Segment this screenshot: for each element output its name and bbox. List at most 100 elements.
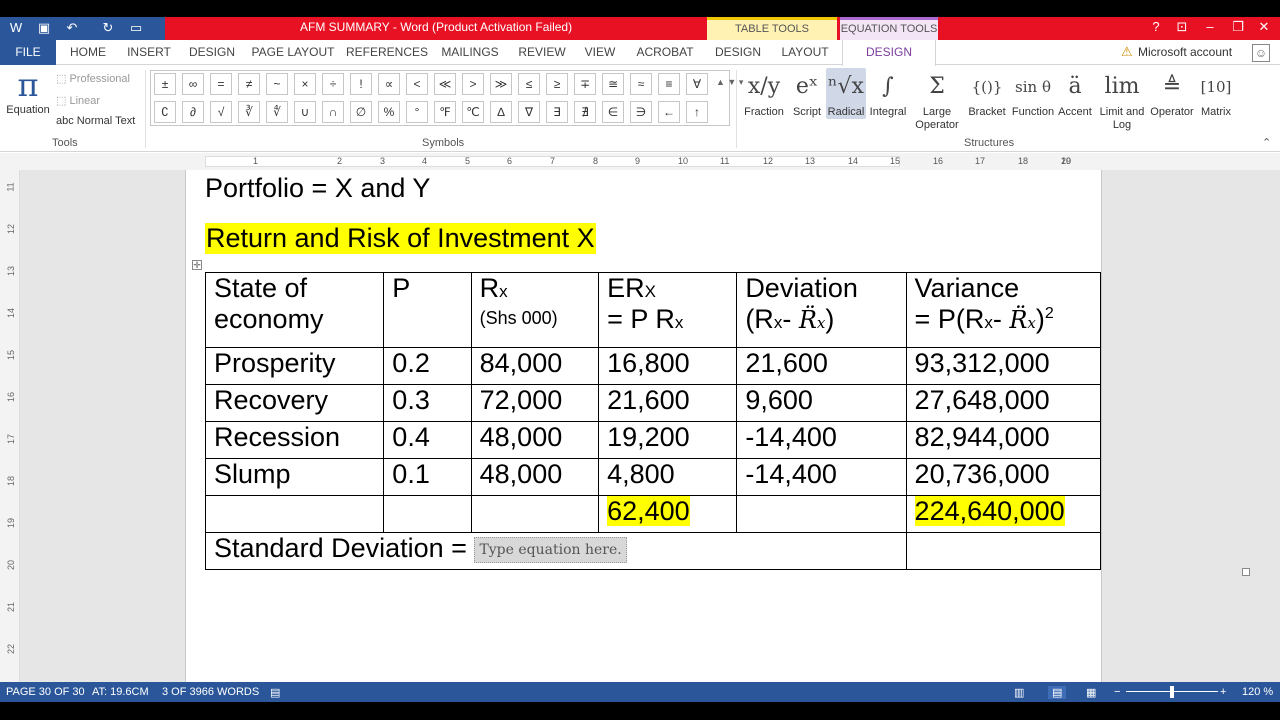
symbol-button[interactable]: ≤: [518, 73, 540, 95]
status-words[interactable]: 3 OF 3966 WORDS: [162, 686, 259, 698]
tab-acrobat[interactable]: ACROBAT: [632, 40, 698, 65]
symbol-button[interactable]: ℉: [434, 101, 456, 123]
normal-text-option[interactable]: abc Normal Text: [56, 115, 135, 127]
vertical-ruler[interactable]: 11 12 13 14 15 16 17 18 19 20 21 22: [0, 170, 20, 682]
cell-rx[interactable]: 48,000: [470, 458, 600, 496]
symbol-button[interactable]: ±: [154, 73, 176, 95]
tab-mailings[interactable]: MAILINGS: [438, 40, 502, 65]
cell-state[interactable]: Slump: [204, 458, 385, 496]
header-rx[interactable]: Rx (Shs 000): [470, 272, 600, 348]
cell-sd[interactable]: Standard Deviation = Type equation here.: [205, 532, 907, 570]
cell-p[interactable]: 0.1: [383, 458, 472, 496]
symbol-button[interactable]: ←: [658, 101, 680, 123]
zoom-level[interactable]: 120 %: [1242, 686, 1273, 698]
structure-integral[interactable]: ∫ Integral: [866, 68, 910, 119]
symbol-button[interactable]: ≪: [434, 73, 456, 95]
structure-operator[interactable]: ≜ Operator: [1150, 68, 1194, 119]
symbol-button[interactable]: ∓: [574, 73, 596, 95]
symbol-button[interactable]: >: [462, 73, 484, 95]
cell-total-er[interactable]: 62,400: [598, 495, 738, 533]
cell-empty[interactable]: [383, 495, 472, 533]
cell-er[interactable]: 16,800: [598, 347, 738, 385]
cell-dev[interactable]: -14,400: [736, 421, 907, 459]
cell-state[interactable]: Prosperity: [204, 347, 385, 385]
account-label[interactable]: Microsoft account: [1138, 45, 1232, 59]
structure-radical[interactable]: ⁿ√x Radical: [826, 68, 866, 119]
zoom-out-icon[interactable]: −: [1114, 686, 1120, 698]
cell-er[interactable]: 4,800: [598, 458, 738, 496]
professional-option[interactable]: ⬚ Professional: [56, 72, 130, 85]
cell-empty[interactable]: [736, 495, 907, 533]
page[interactable]: Portfolio = X and Y Return and Risk of I…: [185, 170, 1102, 682]
structure-fraction[interactable]: x/y Fraction: [742, 68, 786, 119]
symbol-button[interactable]: ∀: [686, 73, 708, 95]
cell-er[interactable]: 19,200: [598, 421, 738, 459]
symbol-button[interactable]: ≡: [658, 73, 680, 95]
tab-page-layout[interactable]: PAGE LAYOUT: [250, 40, 336, 65]
symbol-button[interactable]: ∜: [266, 101, 288, 123]
tab-view[interactable]: VIEW: [578, 40, 622, 65]
symbol-button[interactable]: ∪: [294, 101, 316, 123]
tab-home[interactable]: HOME: [62, 40, 114, 65]
tab-table-design[interactable]: DESIGN: [710, 40, 766, 65]
status-page[interactable]: PAGE 30 OF 30: [6, 686, 85, 698]
cell-p[interactable]: 0.2: [383, 347, 472, 385]
horizontal-ruler[interactable]: 1 2 3 4 5 6 7 8 9 10 11 12 13 14 15 16 17 18 19 20: [0, 153, 1280, 170]
tab-file[interactable]: FILE: [0, 40, 56, 65]
open-folder-icon[interactable]: ▭: [126, 19, 146, 37]
cell-rx[interactable]: 84,000: [470, 347, 600, 385]
redo-icon[interactable]: ↻: [98, 19, 118, 37]
symbol-button[interactable]: ∆: [490, 101, 512, 123]
symbol-button[interactable]: ∅: [350, 101, 372, 123]
proofing-icon[interactable]: ▤: [270, 686, 280, 699]
symbol-button[interactable]: ∞: [182, 73, 204, 95]
header-deviation[interactable]: Deviation (Rx- R̈x): [736, 272, 907, 348]
cell-empty[interactable]: [204, 495, 385, 533]
tab-review[interactable]: REVIEW: [514, 40, 570, 65]
help-icon[interactable]: ?: [1144, 19, 1168, 34]
zoom-in-icon[interactable]: +: [1220, 686, 1226, 698]
gallery-scroll-icon[interactable]: ▲ ▼ ▾: [716, 74, 743, 90]
cell-er[interactable]: 21,600: [598, 384, 738, 422]
close-icon[interactable]: ✕: [1252, 19, 1276, 35]
symbol-button[interactable]: ~: [266, 73, 288, 95]
save-icon[interactable]: ▣: [34, 19, 54, 37]
web-layout-icon[interactable]: ▦: [1086, 686, 1096, 699]
collapse-ribbon-icon[interactable]: ⌃: [1262, 136, 1271, 149]
cell-state[interactable]: Recession: [204, 421, 385, 459]
cell-var[interactable]: 27,648,000: [905, 384, 1102, 422]
zoom-slider-thumb[interactable]: [1170, 686, 1174, 698]
restore-icon[interactable]: ❐: [1226, 19, 1250, 35]
cell-rx[interactable]: 48,000: [470, 421, 600, 459]
structure-bracket[interactable]: {()} Bracket: [964, 68, 1010, 119]
cell-dev[interactable]: -14,400: [736, 458, 907, 496]
cell-state[interactable]: Recovery: [204, 384, 385, 422]
structure-accent[interactable]: ä Accent: [1056, 68, 1094, 119]
avatar-icon[interactable]: ☺: [1252, 44, 1270, 62]
equation-placeholder[interactable]: Type equation here.: [474, 536, 627, 563]
equation-button[interactable]: π Equation: [4, 68, 52, 116]
symbol-button[interactable]: ∂: [182, 101, 204, 123]
tab-table-layout[interactable]: LAYOUT: [776, 40, 834, 65]
symbol-button[interactable]: ∈: [602, 101, 624, 123]
symbol-button[interactable]: ÷: [322, 73, 344, 95]
symbol-button[interactable]: √: [210, 101, 232, 123]
cell-p[interactable]: 0.3: [383, 384, 472, 422]
symbol-button[interactable]: ≥: [546, 73, 568, 95]
symbol-button[interactable]: ≠: [238, 73, 260, 95]
symbol-button[interactable]: ≅: [602, 73, 624, 95]
structure-script[interactable]: eˣ Script: [789, 68, 825, 119]
portfolio-line[interactable]: Portfolio = X and Y: [205, 173, 430, 204]
cell-p[interactable]: 0.4: [383, 421, 472, 459]
tab-design[interactable]: DESIGN: [184, 40, 240, 65]
symbol-button[interactable]: =: [210, 73, 232, 95]
symbol-button[interactable]: ∇: [518, 101, 540, 123]
resize-handle-icon[interactable]: [1242, 568, 1250, 576]
read-mode-icon[interactable]: ▥: [1014, 686, 1024, 699]
symbol-button[interactable]: ∋: [630, 101, 652, 123]
structure-matrix[interactable]: [10] Matrix: [1196, 68, 1236, 119]
symbol-button[interactable]: ×: [294, 73, 316, 95]
header-variance[interactable]: Variance = P(Rx- R̈x)2: [905, 272, 1102, 348]
structure-function[interactable]: sin θ Function: [1010, 68, 1056, 119]
cell-empty[interactable]: [905, 532, 1102, 570]
